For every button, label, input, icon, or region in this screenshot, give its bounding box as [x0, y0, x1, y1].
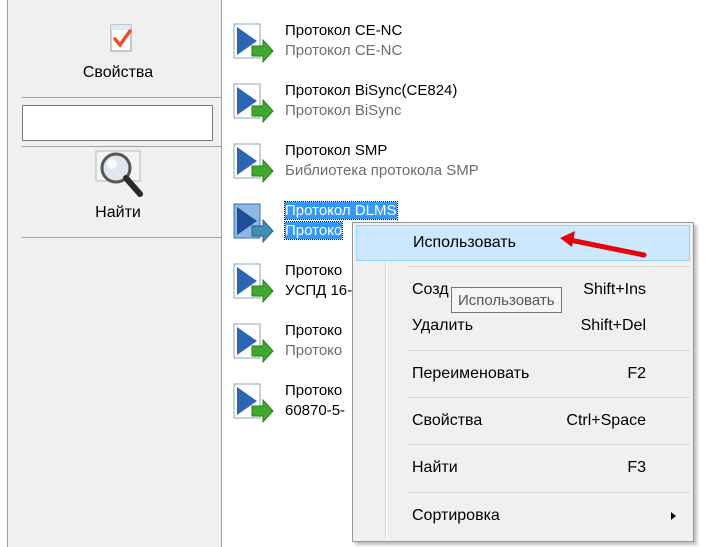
item-subtitle: УСПД 16-: [285, 282, 353, 299]
list-item-ce-nc[interactable]: Протокол CE-NC Протокол CE-NC: [232, 22, 572, 80]
menu-item-label: Удалить: [412, 317, 474, 334]
item-title: Протокол BiSync(CE824): [285, 82, 458, 99]
list-item-smp[interactable]: Протокол SMP Библиотека протокола SMP: [232, 142, 572, 200]
menu-item-sort[interactable]: Сортировка: [356, 498, 690, 534]
item-title: Протоко: [285, 382, 343, 399]
submenu-arrow-icon: [671, 512, 676, 520]
sidebar-divider: [22, 97, 221, 98]
item-title: Протокол DLMS: [284, 201, 398, 220]
item-title: Протоко: [285, 262, 343, 279]
protocol-icon: [233, 23, 274, 64]
menu-separator: [408, 444, 690, 445]
menu-item-label: Сортировка: [412, 507, 500, 524]
find-label: Найти: [95, 204, 141, 221]
search-input[interactable]: [22, 105, 213, 141]
menu-separator: [408, 492, 690, 493]
protocol-icon: [233, 203, 274, 244]
magnifier-icon[interactable]: [94, 150, 148, 200]
item-title: Протокол CE-NC: [285, 22, 403, 39]
menu-separator: [408, 397, 690, 398]
sidebar-divider: [22, 146, 221, 147]
menu-item-label: Найти: [412, 459, 458, 476]
sidebar-divider: [22, 237, 221, 238]
protocol-icon: [233, 143, 274, 184]
menu-item-shortcut: Shift+Ins: [583, 281, 646, 298]
menu-item-label: Созд: [412, 281, 449, 298]
menu-item-shortcut: F3: [627, 459, 646, 476]
menu-item-find[interactable]: Найти F3: [356, 450, 690, 486]
menu-item-label: Свойства: [412, 412, 483, 429]
item-subtitle: Протоко: [285, 342, 343, 359]
properties-icon[interactable]: [106, 22, 138, 54]
annotation-arrow-icon: [560, 231, 647, 258]
protocol-icon: [233, 263, 274, 304]
sidebar: Свойства Найти: [8, 0, 222, 547]
list-item-bisync[interactable]: Протокол BiSync(CE824) Протокол BiSync: [232, 82, 572, 140]
item-subtitle: 60870-5-: [285, 402, 346, 419]
properties-label: Свойства: [82, 64, 154, 81]
protocol-icon: [233, 83, 274, 124]
menu-separator: [408, 266, 690, 267]
menu-item-rename[interactable]: Переименовать F2: [356, 356, 690, 392]
tooltip: Использовать: [451, 287, 562, 313]
item-title: Протоко: [285, 322, 343, 339]
item-title: Протокол SMP: [285, 142, 388, 159]
item-subtitle: Протокол BiSync: [285, 102, 402, 119]
menu-item-shortcut: F2: [627, 365, 646, 382]
protocol-icon: [233, 383, 274, 424]
context-menu: Использовать Созд Shift+Ins Удалить Shif…: [352, 222, 694, 542]
menu-item-shortcut: Ctrl+Space: [566, 412, 646, 429]
menu-item-label: Переименовать: [412, 365, 530, 382]
menu-separator: [408, 350, 690, 351]
menu-item-shortcut: Shift+Del: [580, 317, 646, 334]
properties-button[interactable]: Свойства: [22, 64, 214, 82]
item-subtitle: Протокол CE-NC: [285, 42, 403, 59]
item-subtitle: Библиотека протокола SMP: [285, 162, 479, 179]
menu-item-label: Использовать: [413, 234, 516, 251]
item-subtitle: Протоко: [283, 221, 344, 240]
menu-item-properties[interactable]: Свойства Ctrl+Space: [356, 403, 690, 439]
protocol-icon: [233, 323, 274, 364]
find-button[interactable]: Найти: [22, 204, 214, 222]
